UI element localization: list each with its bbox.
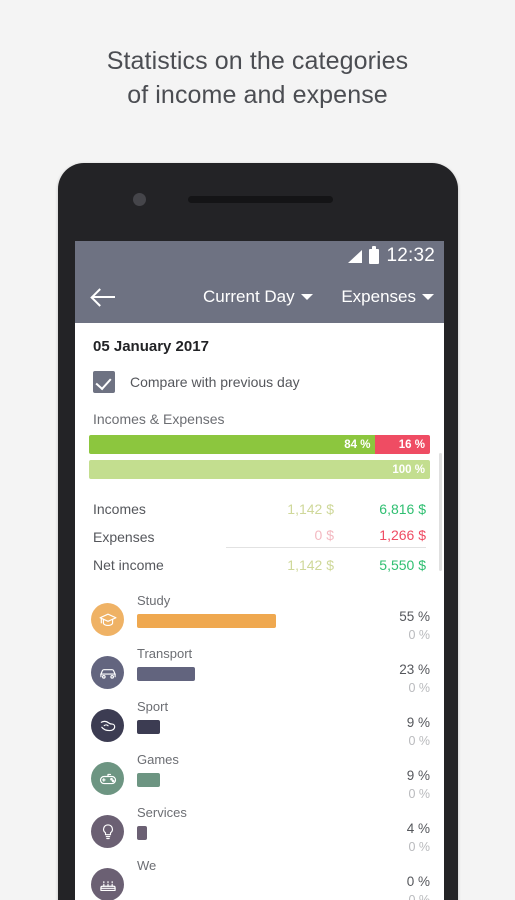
- category-row[interactable]: Services 4 % 0 %: [75, 797, 444, 854]
- gamepad-icon: [91, 762, 124, 795]
- category-percent-previous: 0 %: [408, 628, 430, 642]
- earpiece-speaker: [188, 196, 333, 203]
- category-row[interactable]: We 0 % 0 %: [75, 850, 444, 900]
- front-camera-icon: [133, 193, 146, 206]
- category-name: Sport: [137, 699, 169, 714]
- phone-frame: 12:32 Current Day Expenses 05 January 20…: [58, 163, 458, 900]
- summary-row-label: Expenses: [93, 529, 155, 545]
- compare-with-previous-day-row[interactable]: Compare with previous day: [75, 355, 444, 393]
- promo-page: Statistics on the categories of income a…: [0, 0, 515, 900]
- summary-row-current-value: 5,550 $: [379, 557, 426, 573]
- category-bar: [137, 614, 276, 628]
- category-bar-area: Services: [124, 803, 368, 840]
- scrollbar-thumb[interactable]: [439, 453, 442, 571]
- bar-segment: 100 %: [89, 460, 430, 479]
- status-clock: 12:32: [386, 245, 435, 266]
- battery-icon: [369, 245, 380, 264]
- bar-segment: 16 %: [375, 435, 430, 454]
- back-arrow-icon[interactable]: [91, 284, 117, 310]
- stacked-bar-current: 84 % 16 %: [89, 435, 430, 454]
- category-bar-area: Transport: [124, 644, 368, 681]
- compare-checkbox[interactable]: [93, 371, 115, 393]
- car-icon: [91, 656, 124, 689]
- summary-row: Net income 1,142 $ 5,550 $: [93, 551, 426, 579]
- summary-row-current-value: 6,816 $: [379, 501, 426, 517]
- category-bar-area: We: [124, 856, 368, 893]
- category-list: Study 55 % 0 % Transport 23 % 0 % Sport 9 % 0 % G…: [75, 579, 444, 900]
- summary-row: Expenses 0 $1,266 $: [93, 523, 426, 551]
- category-row[interactable]: Games 9 % 0 %: [75, 744, 444, 801]
- muscle-icon: [91, 709, 124, 742]
- summary-row-previous-value: 1,142 $: [287, 501, 334, 517]
- phone-screen: 12:32 Current Day Expenses 05 January 20…: [75, 241, 444, 900]
- summary-row: Incomes 1,142 $ 6,816 $: [93, 495, 426, 523]
- summary-row-previous-value: 0 $: [226, 527, 334, 548]
- date-heading: 05 January 2017: [93, 338, 209, 355]
- category-name: Transport: [137, 646, 193, 661]
- category-percent-previous: 0 %: [408, 681, 430, 695]
- category-percentages: 23 % 0 %: [368, 644, 430, 695]
- chevron-down-icon: [422, 294, 434, 300]
- category-percentages: 9 % 0 %: [368, 750, 430, 801]
- category-bar-area: Study: [124, 591, 368, 628]
- graduation-cap-icon: [91, 603, 124, 636]
- category-percent-previous: 0 %: [408, 893, 430, 900]
- category-percent-current: 23 %: [399, 662, 430, 677]
- category-name: We: [137, 858, 157, 873]
- category-bar-area: Sport: [124, 697, 368, 734]
- period-dropdown[interactable]: Current Day: [203, 287, 313, 307]
- category-row[interactable]: Sport 9 % 0 %: [75, 691, 444, 748]
- signal-icon: [346, 249, 363, 263]
- period-dropdown-label: Current Day: [203, 287, 295, 306]
- section-heading-incomes-expenses: Incomes & Expenses: [93, 411, 225, 427]
- category-percentages: 4 % 0 %: [368, 803, 430, 854]
- category-percentages: 9 % 0 %: [368, 697, 430, 748]
- headline-line-1: Statistics on the categories: [106, 47, 409, 75]
- category-name: Study: [137, 593, 171, 608]
- compare-checkbox-label: Compare with previous day: [130, 374, 300, 390]
- category-percent-current: 55 %: [399, 609, 430, 624]
- category-percent-current: 4 %: [406, 821, 430, 836]
- category-percent-previous: 0 %: [408, 734, 430, 748]
- screen-content: 05 January 2017 Compare with previous da…: [75, 323, 444, 900]
- category-percentages: 0 % 0 %: [368, 856, 430, 900]
- type-dropdown-label: Expenses: [341, 287, 416, 306]
- summary-row-label: Incomes: [93, 501, 146, 517]
- summary-table: Incomes 1,142 $ 6,816 $ Expenses 0 $1,266 $ N…: [75, 485, 444, 579]
- category-percentages: 55 % 0 %: [368, 591, 430, 642]
- category-bar-area: Games: [124, 750, 368, 787]
- lightbulb-icon: [91, 815, 124, 848]
- category-name: Games: [137, 752, 179, 767]
- chevron-down-icon: [300, 294, 313, 300]
- page-title: Statistics on the categories of income a…: [0, 44, 515, 112]
- bar-segment: 84 %: [89, 435, 376, 454]
- category-percent-current: 9 %: [406, 768, 430, 783]
- category-percent-previous: 0 %: [408, 787, 430, 801]
- category-name: Services: [137, 805, 187, 820]
- category-percent-current: 0 %: [406, 874, 430, 889]
- type-dropdown[interactable]: Expenses: [341, 287, 434, 307]
- category-row[interactable]: Study 55 % 0 %: [75, 585, 444, 642]
- summary-row-label: Net income: [93, 557, 164, 573]
- category-bar: [137, 667, 195, 681]
- stacked-bar-previous: 100 %: [89, 460, 430, 479]
- summary-row-current-value: 1,266 $: [334, 527, 426, 548]
- category-percent-current: 9 %: [406, 715, 430, 730]
- category-row[interactable]: Transport 23 % 0 %: [75, 638, 444, 695]
- summary-row-previous-value: 1,142 $: [287, 557, 334, 573]
- category-percent-previous: 0 %: [408, 840, 430, 854]
- app-bar: Current Day Expenses: [75, 271, 444, 323]
- category-bar: [137, 720, 160, 734]
- cake-icon: [91, 868, 124, 900]
- incomes-expenses-chart: 84 % 16 % 100 %: [75, 427, 444, 479]
- category-bar: [137, 826, 147, 840]
- headline-line-2: of income and expense: [127, 81, 388, 109]
- category-bar: [137, 773, 160, 787]
- status-bar: 12:32: [75, 241, 444, 271]
